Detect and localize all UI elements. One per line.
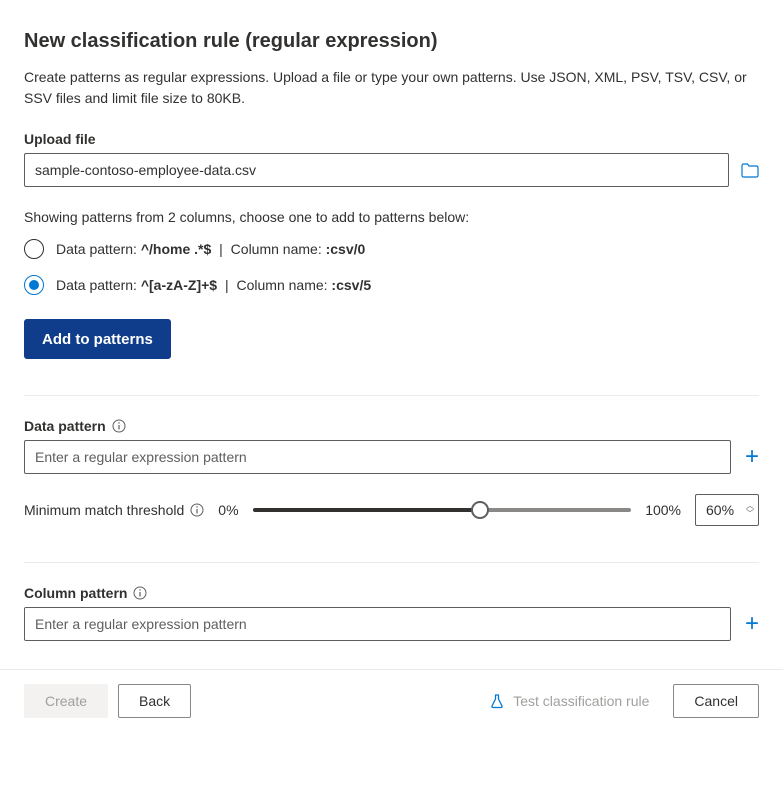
data-pattern-input[interactable] <box>24 440 731 474</box>
column-pattern-input[interactable] <box>24 607 731 641</box>
page-description: Create patterns as regular expressions. … <box>24 67 759 109</box>
threshold-label: Minimum match threshold <box>24 502 204 518</box>
beaker-icon <box>489 693 505 709</box>
threshold-spinner[interactable]: 60% ︿ ﹀ <box>695 494 759 526</box>
pattern-option-1[interactable]: Data pattern: ^[a-zA-Z]+$ | Column name:… <box>24 275 759 295</box>
pattern-option-label: Data pattern: ^/home .*$ | Column name: … <box>56 241 365 257</box>
info-icon[interactable] <box>112 419 126 433</box>
info-icon[interactable] <box>190 503 204 517</box>
divider <box>24 562 759 563</box>
column-pattern-label: Column pattern <box>24 585 759 601</box>
upload-file-label: Upload file <box>24 131 759 147</box>
radio-icon <box>24 239 44 259</box>
create-button: Create <box>24 684 108 718</box>
cancel-button[interactable]: Cancel <box>673 684 759 718</box>
pattern-option-0[interactable]: Data pattern: ^/home .*$ | Column name: … <box>24 239 759 259</box>
back-button[interactable]: Back <box>118 684 191 718</box>
test-classification-link[interactable]: Test classification rule <box>489 693 649 709</box>
upload-file-input[interactable] <box>24 153 729 187</box>
page-title: New classification rule (regular express… <box>24 30 759 53</box>
threshold-max: 100% <box>645 502 681 518</box>
slider-thumb[interactable] <box>471 501 489 519</box>
threshold-min: 0% <box>218 502 238 518</box>
add-to-patterns-button[interactable]: Add to patterns <box>24 319 171 359</box>
radio-icon <box>24 275 44 295</box>
browse-folder-icon[interactable] <box>741 163 759 178</box>
add-data-pattern-icon[interactable]: + <box>745 445 759 469</box>
pattern-option-label: Data pattern: ^[a-zA-Z]+$ | Column name:… <box>56 277 371 293</box>
threshold-value: 60% <box>706 502 734 518</box>
chevron-down-icon[interactable]: ﹀ <box>746 510 754 518</box>
info-icon[interactable] <box>133 586 147 600</box>
patterns-info-text: Showing patterns from 2 columns, choose … <box>24 209 759 225</box>
divider <box>24 395 759 396</box>
data-pattern-label: Data pattern <box>24 418 759 434</box>
add-column-pattern-icon[interactable]: + <box>745 612 759 636</box>
threshold-slider[interactable] <box>253 508 632 512</box>
